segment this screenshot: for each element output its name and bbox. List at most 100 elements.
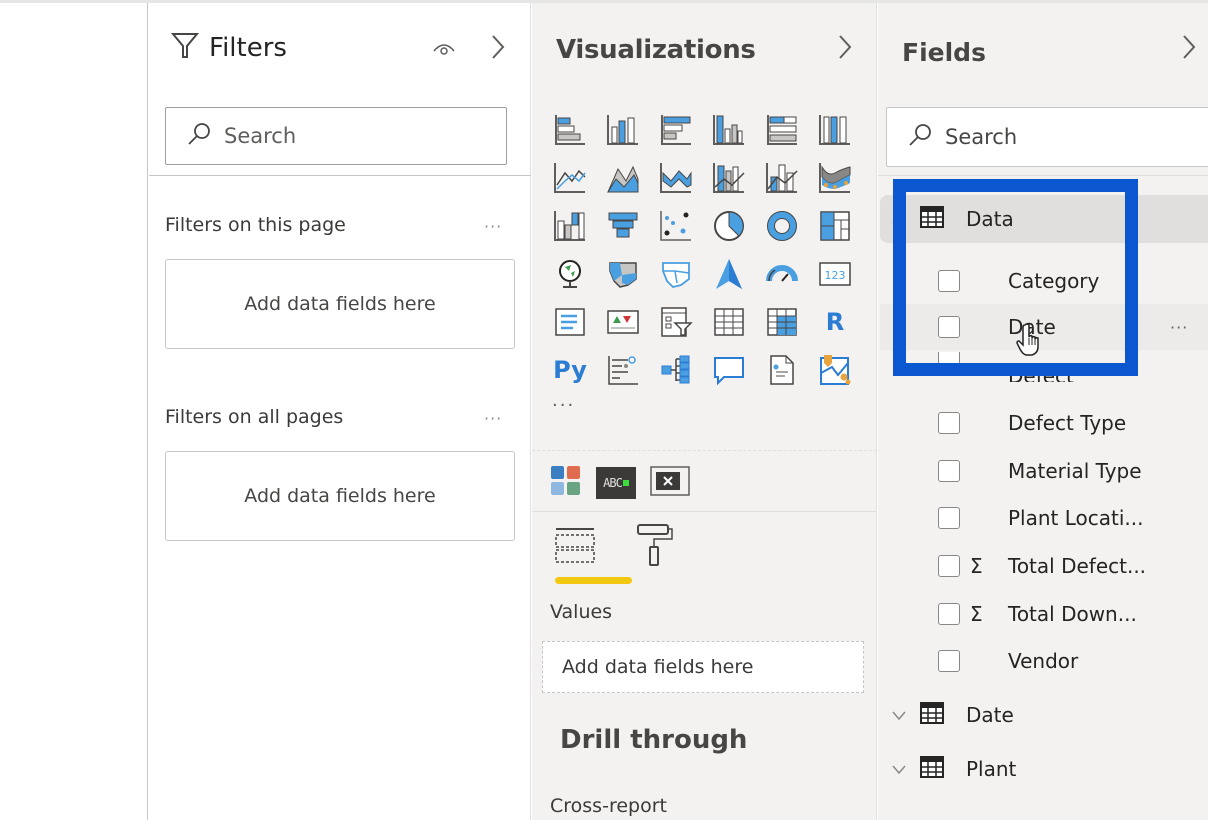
hand-pointer-cursor-icon (1015, 323, 1045, 361)
fields-divider (878, 175, 1208, 176)
field-item[interactable]: Defect Type (880, 400, 1208, 446)
stacked-bar-chart-icon[interactable] (548, 108, 592, 152)
filters-this-page-drop-well[interactable]: Add data fields here (165, 259, 515, 349)
values-drop-well[interactable]: Add data fields here (542, 641, 864, 693)
format-paint-roller-icon[interactable] (636, 523, 676, 571)
filters-all-pages-drop-well[interactable]: Add data fields here (165, 451, 515, 541)
ribbon-chart-icon[interactable] (813, 156, 857, 200)
clustered-column-chart-icon[interactable] (707, 108, 751, 152)
more-options-icon[interactable]: ··· (484, 409, 502, 428)
table-grid-icon (920, 756, 944, 782)
visual-build-tabs (554, 523, 676, 571)
arcgis-map-icon[interactable] (813, 348, 857, 392)
collapse-visualizations-chevron-icon[interactable] (838, 34, 852, 64)
field-checkbox[interactable] (938, 270, 960, 292)
r-visual-icon[interactable]: R (813, 300, 857, 344)
azure-map-icon[interactable] (707, 252, 751, 296)
custom-visuals-row: ABC (550, 465, 690, 501)
field-checkbox[interactable] (938, 412, 960, 434)
clustered-bar-chart-icon[interactable] (654, 108, 698, 152)
field-checkbox[interactable] (938, 603, 960, 625)
fields-title: Fields (902, 38, 986, 67)
pie-chart-icon[interactable] (707, 204, 751, 248)
eye-icon[interactable] (432, 39, 456, 61)
key-influencers-icon[interactable] (601, 348, 645, 392)
card-icon[interactable]: 123 (813, 252, 857, 296)
field-item[interactable]: Σ Total Defect... (880, 543, 1208, 589)
filled-map-icon[interactable] (601, 252, 645, 296)
field-item[interactable]: Vendor (880, 638, 1208, 684)
field-checkbox[interactable] (938, 555, 960, 577)
shape-map-icon[interactable] (654, 252, 698, 296)
area-chart-icon[interactable] (601, 156, 645, 200)
treemap-icon[interactable] (813, 204, 857, 248)
field-name: Category (1008, 269, 1100, 293)
qa-icon[interactable] (707, 348, 751, 392)
text-scroller-icon[interactable]: ABC (596, 467, 636, 499)
filters-search-placeholder: Search (224, 124, 297, 148)
fields-pane: Fields Search Data Category Date ··· Def… (878, 3, 1208, 820)
field-name: Total Down... (1008, 602, 1137, 626)
matrix-icon[interactable] (760, 300, 804, 344)
collapse-filters-chevron-icon[interactable] (491, 34, 505, 64)
table-plant[interactable]: Plant (880, 745, 1208, 793)
field-item[interactable]: Category (880, 258, 1208, 304)
donut-chart-icon[interactable] (760, 204, 804, 248)
stacked-column-chart-icon[interactable] (601, 108, 645, 152)
r-visual-label: R (825, 308, 845, 336)
funnel-chart-icon[interactable] (601, 204, 645, 248)
table-icon[interactable] (707, 300, 751, 344)
visualizations-title: Visualizations (556, 35, 756, 65)
field-checkbox[interactable] (938, 352, 960, 368)
text-scroller-label: ABC (603, 476, 623, 490)
card-icon-label: 123 (825, 269, 846, 282)
field-item[interactable]: Plant Locati... (880, 495, 1208, 541)
chevron-down-icon[interactable] (880, 709, 908, 721)
field-item[interactable]: Σ Total Down... (880, 591, 1208, 637)
field-checkbox[interactable] (938, 316, 960, 338)
chevron-down-icon[interactable] (880, 763, 908, 775)
paginated-report-icon[interactable] (760, 348, 804, 392)
chiclet-slicer-icon[interactable] (550, 465, 582, 501)
decomposition-tree-icon[interactable] (654, 348, 698, 392)
close-visual-icon[interactable] (650, 466, 690, 500)
100-stacked-bar-chart-icon[interactable] (760, 108, 804, 152)
filters-title: Filters (209, 33, 287, 63)
field-checkbox[interactable] (938, 460, 960, 482)
field-name: Vendor (1008, 649, 1079, 673)
field-item[interactable]: Material Type (880, 448, 1208, 494)
field-checkbox[interactable] (938, 650, 960, 672)
chevron-up-icon[interactable] (880, 213, 908, 225)
get-more-visuals-icon[interactable]: ··· (552, 395, 575, 416)
field-checkbox[interactable] (938, 507, 960, 529)
field-name: Defect (1008, 364, 1074, 382)
table-data[interactable]: Data (880, 195, 1208, 243)
filter-funnel-icon (170, 31, 200, 65)
stacked-area-chart-icon[interactable] (654, 156, 698, 200)
table-date[interactable]: Date (880, 691, 1208, 739)
fields-tab-icon[interactable] (554, 523, 598, 571)
slicer-icon[interactable] (654, 300, 698, 344)
line-clustered-column-chart-icon[interactable] (707, 156, 751, 200)
python-visual-label: Py (553, 356, 587, 384)
line-chart-icon[interactable] (548, 156, 592, 200)
report-canvas[interactable] (0, 3, 148, 820)
collapse-fields-chevron-icon[interactable] (1182, 34, 1196, 64)
multi-row-card-icon[interactable] (548, 300, 592, 344)
field-name: Material Type (1008, 459, 1142, 483)
waterfall-chart-icon[interactable] (548, 204, 592, 248)
green-arrow-icon (622, 480, 629, 486)
map-icon[interactable] (548, 252, 592, 296)
gauge-icon[interactable] (760, 252, 804, 296)
field-name: Defect Type (1008, 411, 1127, 435)
cross-report-label: Cross-report (550, 795, 667, 817)
python-visual-icon[interactable]: Py (548, 348, 592, 392)
scatter-chart-icon[interactable] (654, 204, 698, 248)
100-stacked-column-chart-icon[interactable] (813, 108, 857, 152)
line-stacked-column-chart-icon[interactable] (760, 156, 804, 200)
kpi-icon[interactable] (601, 300, 645, 344)
fields-search-input[interactable]: Search (886, 107, 1208, 167)
more-options-icon[interactable]: ··· (484, 217, 502, 236)
filters-search-input[interactable]: Search (165, 107, 507, 165)
more-options-icon[interactable]: ··· (1170, 318, 1188, 337)
